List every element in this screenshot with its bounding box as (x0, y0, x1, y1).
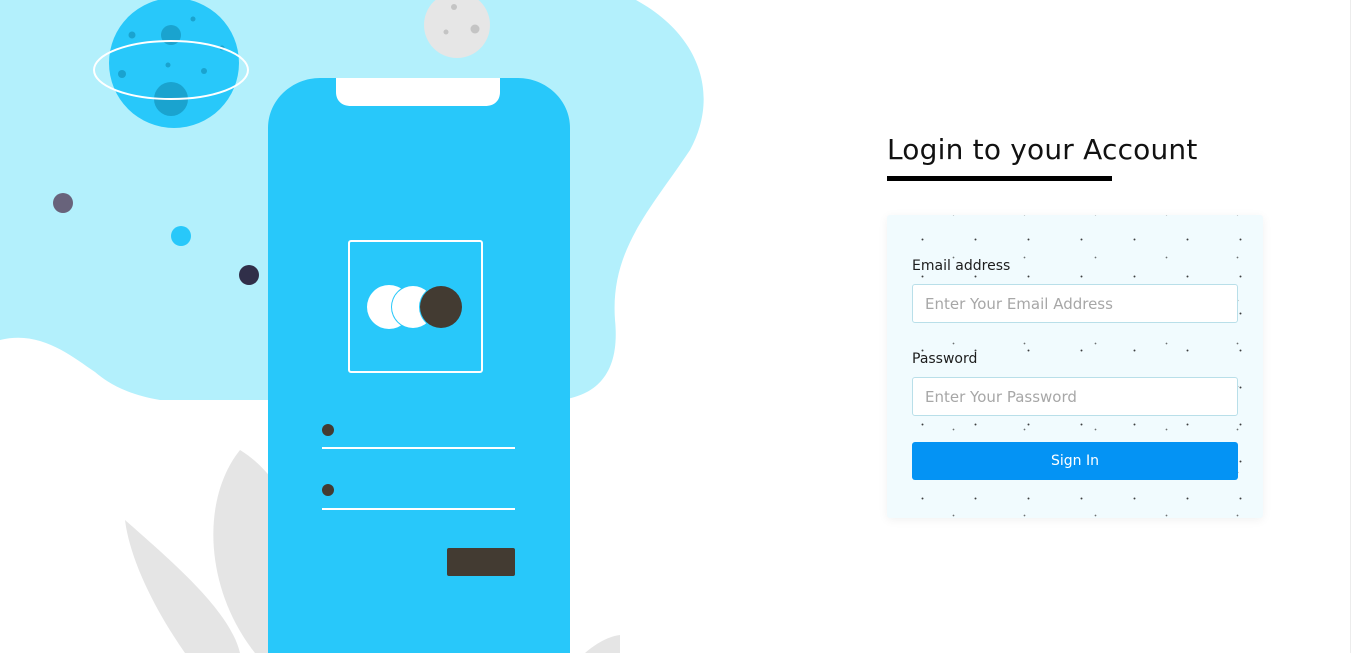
sign-in-button[interactable]: Sign In (912, 442, 1238, 480)
floating-dot (53, 193, 73, 213)
floating-dot (171, 226, 191, 246)
smartphone-icon (268, 78, 570, 653)
title-underline (887, 176, 1112, 181)
login-form: Email address Password Sign In (887, 215, 1263, 518)
logo-circles-icon (367, 285, 463, 329)
login-illustration (0, 0, 704, 653)
password-field[interactable] (912, 377, 1238, 416)
login-page: Login to your Account Email address Pass… (0, 0, 1351, 653)
floating-dot (239, 265, 259, 285)
email-field[interactable] (912, 284, 1238, 323)
page-title: Login to your Account (887, 133, 1198, 166)
email-label: Email address (912, 258, 1011, 274)
login-form-body: Email address Password Sign In (912, 257, 1238, 480)
password-label: Password (912, 351, 978, 367)
login-panel: Login to your Account Email address Pass… (887, 132, 1263, 518)
field-spacer (912, 323, 1238, 350)
